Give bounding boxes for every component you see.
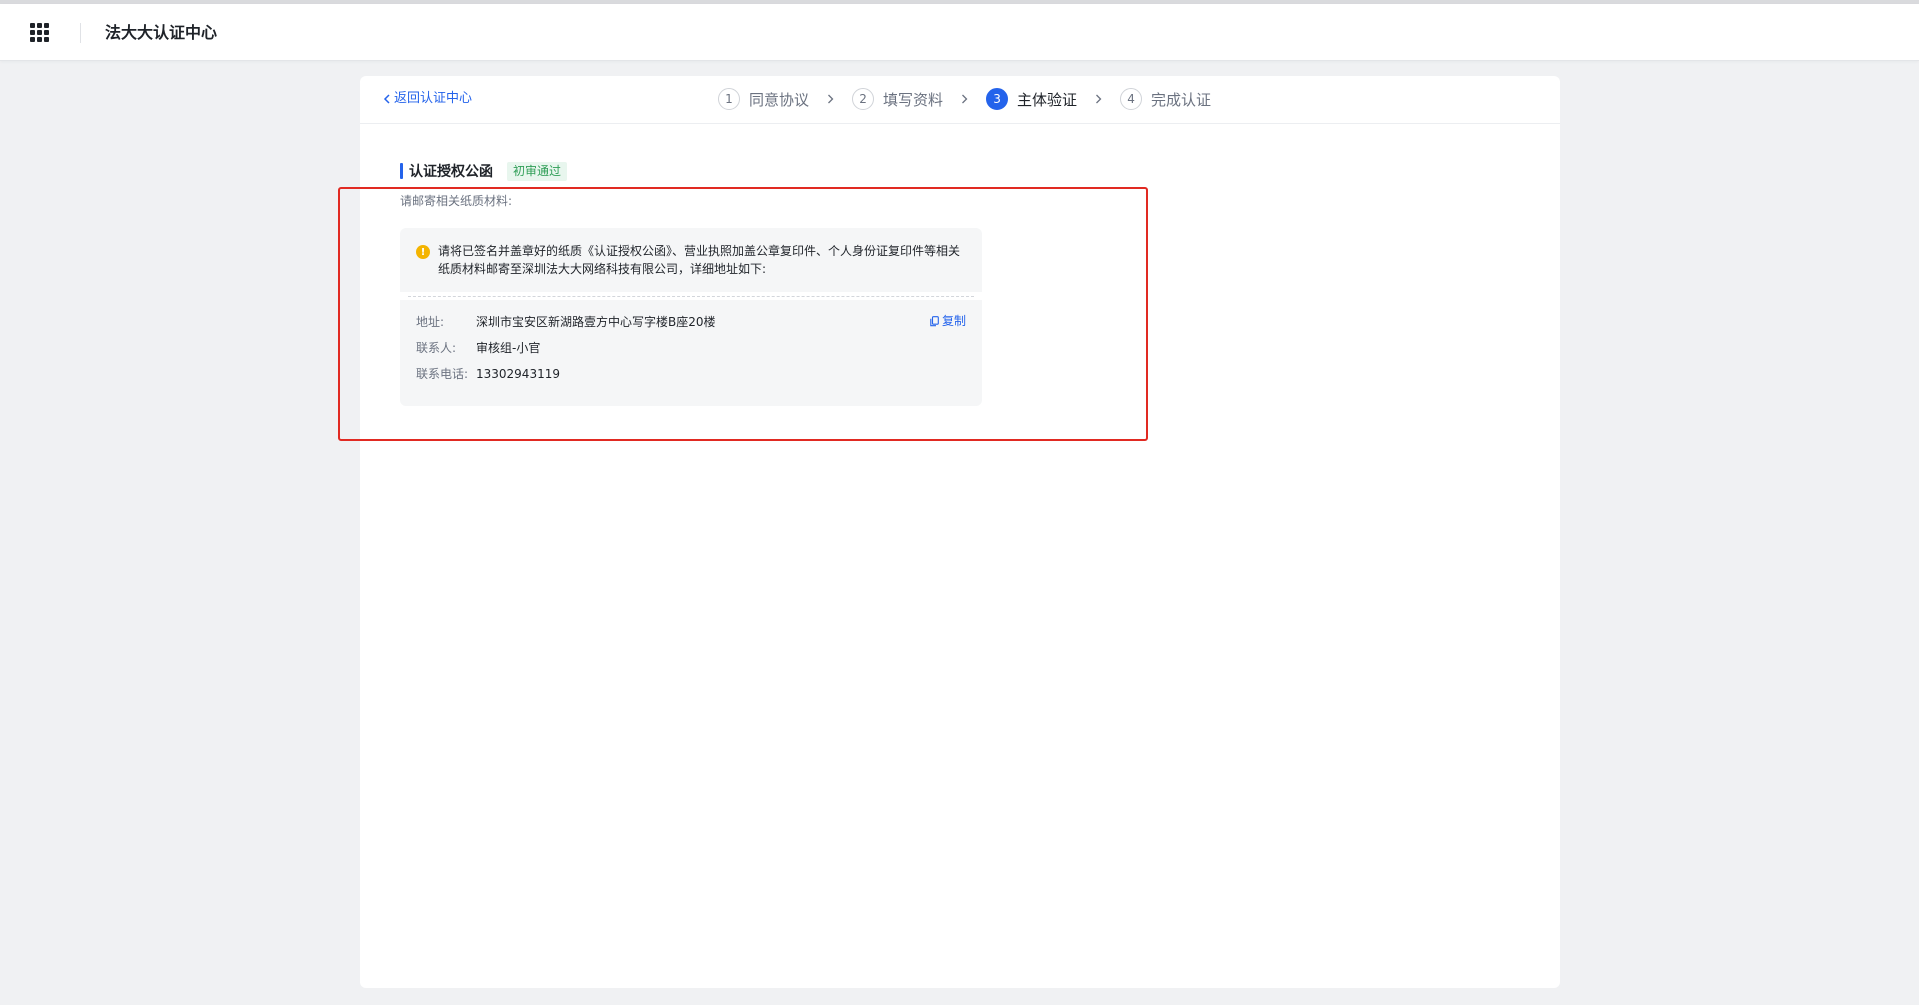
- step-label: 填写资料: [883, 90, 944, 109]
- dashed-divider: [408, 296, 974, 297]
- step-label: 主体验证: [1017, 90, 1078, 109]
- chevron-right-icon: [1095, 94, 1102, 104]
- warning-icon: !: [416, 245, 430, 259]
- step-number: 3: [986, 88, 1009, 110]
- phone-label: 联系电话:: [416, 367, 469, 381]
- step-complete: 4 完成认证: [1120, 88, 1211, 110]
- section-title-text: 认证授权公函: [409, 164, 493, 180]
- step-number: 1: [718, 88, 740, 110]
- step-number: 4: [1120, 88, 1143, 110]
- card-top-bar: 返回认证中心 1 同意协议 2 填写资料 3 主体验证 4 完成认证: [360, 76, 1560, 124]
- step-agree: 1 同意协议: [718, 88, 809, 110]
- progress-steps: 1 同意协议 2 填写资料 3 主体验证 4 完成认证: [718, 87, 1211, 111]
- address-label: 地址:: [416, 315, 445, 329]
- status-badge: 初审通过: [507, 161, 568, 181]
- main-card: 返回认证中心 1 同意协议 2 填写资料 3 主体验证 4 完成认证 认证授权公…: [360, 76, 1560, 988]
- chevron-left-icon: [383, 94, 390, 104]
- step-fill-info: 2 填写资料: [852, 88, 943, 110]
- address-row: 地址: 深圳市宝安区新湖路壹方中心写字楼B座20楼: [416, 314, 716, 330]
- copy-icon: [930, 315, 939, 326]
- app-title: 法大大认证中心: [105, 23, 218, 42]
- mailing-address-box: 地址: 深圳市宝安区新湖路壹方中心写字楼B座20楼 复制 联系人: 审核组-小官…: [400, 300, 982, 406]
- copy-label: 复制: [941, 314, 966, 328]
- back-to-center-link[interactable]: 返回认证中心: [383, 90, 472, 108]
- phone-row: 联系电话: 13302943119: [416, 366, 560, 382]
- phone-value: 13302943119: [476, 367, 560, 381]
- chevron-right-icon: [961, 94, 968, 104]
- step-label: 完成认证: [1151, 90, 1212, 109]
- back-link-label: 返回认证中心: [394, 91, 473, 106]
- top-header: 法大大认证中心: [0, 4, 1919, 61]
- header-divider: [80, 23, 81, 43]
- address-value: 深圳市宝安区新湖路壹方中心写字楼B座20楼: [476, 315, 716, 329]
- step-subject-verify: 3 主体验证: [986, 88, 1077, 110]
- section-title: 认证授权公函 初审通过: [400, 161, 568, 181]
- title-accent-bar: [400, 163, 403, 179]
- notice-text: 请将已签名并盖章好的纸质《认证授权公函》、营业执照加盖公章复印件、个人身份证复印…: [438, 244, 961, 276]
- mail-notice: ! 请将已签名并盖章好的纸质《认证授权公函》、营业执照加盖公章复印件、个人身份证…: [400, 228, 982, 292]
- contact-value: 审核组-小官: [476, 341, 541, 355]
- step-label: 同意协议: [749, 90, 810, 109]
- contact-row: 联系人: 审核组-小官: [416, 340, 540, 356]
- step-number: 2: [852, 88, 875, 110]
- contact-label: 联系人:: [416, 341, 457, 355]
- apps-grid-icon[interactable]: [30, 23, 49, 42]
- mail-hint: 请邮寄相关纸质材料:: [400, 194, 513, 208]
- copy-button[interactable]: 复制: [930, 313, 966, 329]
- chevron-right-icon: [827, 94, 834, 104]
